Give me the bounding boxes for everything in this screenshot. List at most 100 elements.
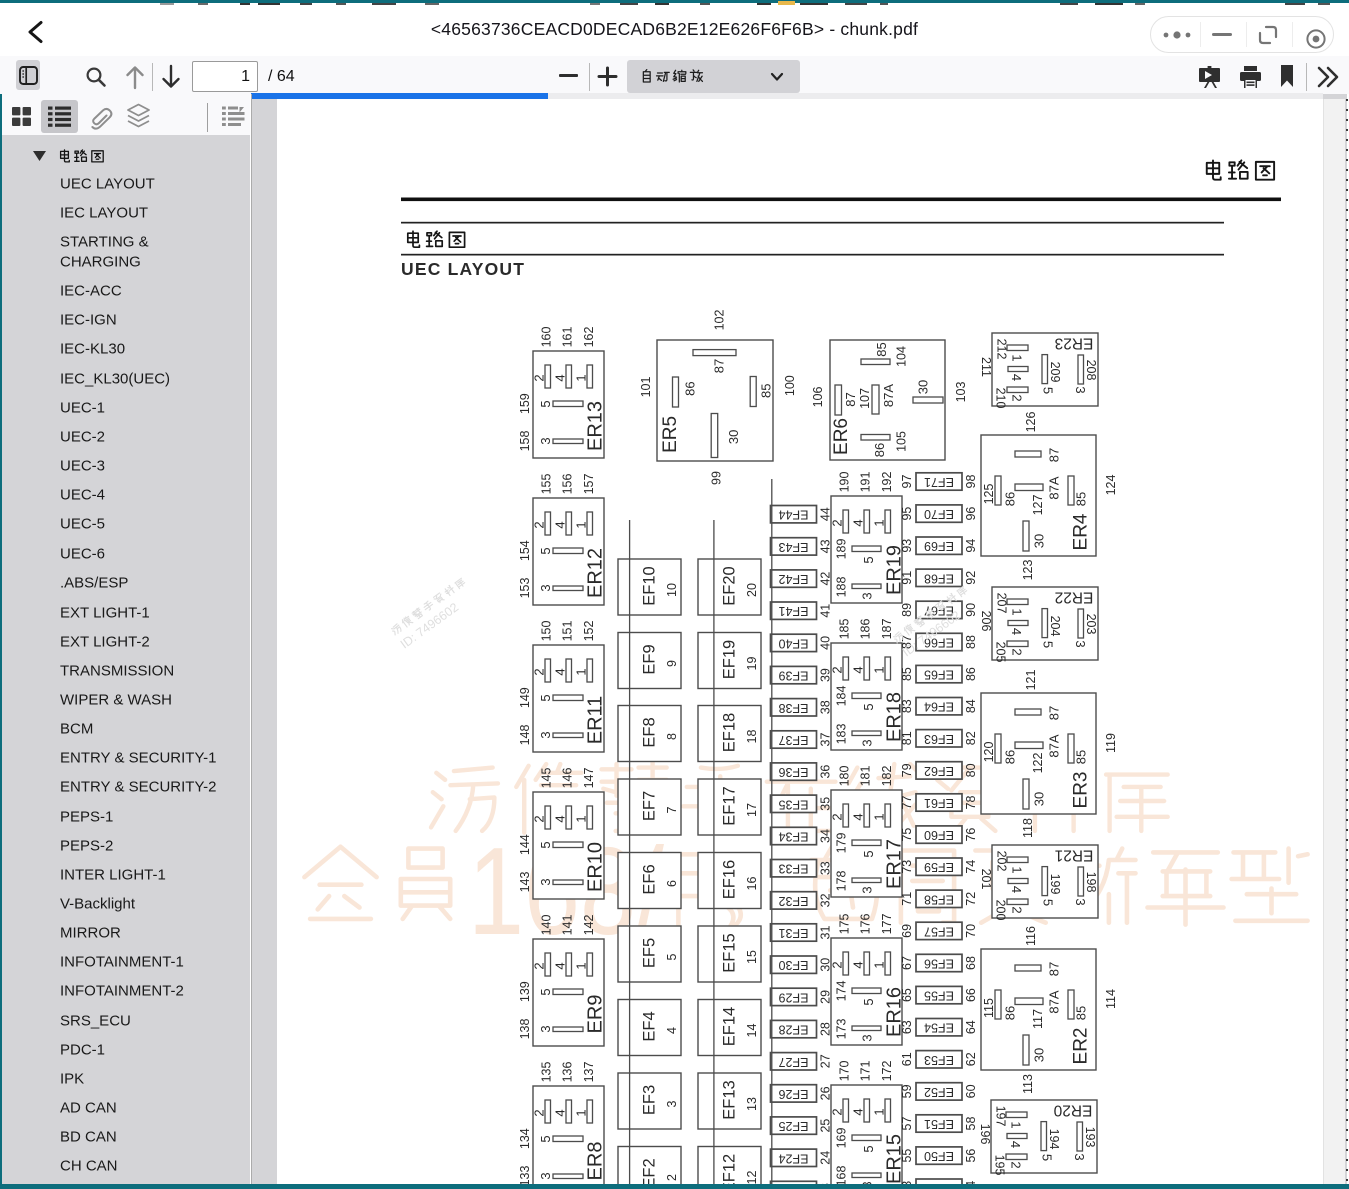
svg-text:EF57: EF57: [924, 924, 954, 938]
svg-text:EF55: EF55: [924, 989, 954, 1003]
svg-text:176: 176: [859, 914, 873, 935]
svg-text:75: 75: [900, 828, 914, 842]
svg-text:1: 1: [872, 961, 887, 968]
svg-text:133: 133: [518, 1166, 532, 1184]
svg-text:4: 4: [553, 962, 568, 969]
svg-text:203: 203: [1084, 614, 1098, 635]
svg-text:116: 116: [1024, 926, 1038, 946]
svg-text:88: 88: [964, 635, 978, 649]
svg-text:5: 5: [1041, 641, 1056, 648]
svg-text:168: 168: [835, 1166, 849, 1184]
svg-text:139: 139: [518, 981, 532, 1002]
svg-text:141: 141: [561, 915, 575, 936]
svg-text:3: 3: [538, 1025, 553, 1032]
svg-text:EF26: EF26: [779, 1087, 809, 1101]
svg-text:58: 58: [964, 1117, 978, 1131]
svg-text:191: 191: [859, 472, 873, 493]
svg-text:5: 5: [1041, 899, 1056, 906]
svg-text:101: 101: [639, 377, 653, 398]
svg-text:67: 67: [900, 956, 914, 970]
svg-text:142: 142: [582, 915, 596, 936]
svg-text:EF13: EF13: [721, 1080, 739, 1119]
svg-text:76: 76: [964, 828, 978, 842]
svg-text:EF16: EF16: [721, 860, 739, 899]
svg-text:3: 3: [538, 731, 553, 738]
svg-text:EF37: EF37: [779, 733, 809, 747]
svg-text:86: 86: [683, 381, 698, 395]
svg-text:140: 140: [540, 915, 554, 936]
svg-text:86: 86: [964, 667, 978, 681]
svg-text:EF59: EF59: [924, 860, 954, 874]
svg-text:ER21: ER21: [1055, 847, 1094, 864]
svg-text:100: 100: [783, 375, 797, 396]
svg-text:EF20: EF20: [721, 566, 739, 605]
svg-text:107: 107: [858, 388, 872, 409]
svg-text:105: 105: [895, 431, 909, 452]
svg-text:EF43: EF43: [779, 540, 809, 554]
svg-text:30: 30: [1032, 792, 1047, 806]
svg-text:28: 28: [819, 1022, 833, 1036]
svg-text:EF15: EF15: [721, 933, 739, 972]
svg-text:154: 154: [518, 540, 532, 561]
svg-text:3: 3: [538, 584, 553, 591]
svg-text:89: 89: [900, 603, 914, 617]
svg-text:UEC LAYOUT: UEC LAYOUT: [401, 259, 525, 279]
svg-text:2: 2: [532, 668, 547, 675]
svg-text:ER5: ER5: [660, 416, 681, 453]
svg-text:85: 85: [759, 384, 774, 398]
svg-text:1: 1: [872, 1108, 887, 1115]
svg-text:3: 3: [860, 739, 875, 746]
svg-text:3: 3: [1073, 386, 1088, 393]
svg-text:EF38: EF38: [779, 701, 809, 715]
svg-text:123: 123: [1021, 560, 1035, 581]
svg-text:57: 57: [900, 1117, 914, 1131]
svg-text:16: 16: [745, 877, 759, 891]
svg-text:68: 68: [964, 956, 978, 970]
svg-text:EF68: EF68: [924, 571, 954, 585]
svg-text:43: 43: [819, 539, 833, 553]
svg-text:1: 1: [872, 519, 887, 526]
svg-text:EF3: EF3: [641, 1085, 659, 1115]
svg-text:85: 85: [1074, 492, 1089, 506]
svg-text:EF9: EF9: [641, 644, 659, 674]
svg-text:211: 211: [979, 357, 993, 377]
svg-text:EF50: EF50: [924, 1149, 954, 1163]
svg-text:187: 187: [880, 619, 894, 640]
svg-text:1: 1: [1010, 354, 1025, 361]
svg-text:169: 169: [835, 1128, 849, 1149]
svg-text:149: 149: [518, 687, 532, 708]
svg-text:EF39: EF39: [779, 669, 809, 683]
svg-text:30: 30: [916, 380, 931, 394]
svg-text:ER13: ER13: [584, 401, 606, 451]
svg-text:3: 3: [538, 878, 553, 885]
svg-text:26: 26: [819, 1086, 833, 1100]
svg-text:37: 37: [819, 733, 833, 747]
svg-text:159: 159: [518, 393, 532, 414]
svg-text:61: 61: [900, 1052, 914, 1066]
svg-text:EF58: EF58: [924, 892, 954, 906]
svg-text:1: 1: [1010, 866, 1025, 873]
svg-text:EF25: EF25: [779, 1119, 809, 1133]
svg-text:34: 34: [819, 829, 833, 843]
svg-text:120: 120: [982, 742, 996, 763]
svg-text:ER12: ER12: [584, 548, 606, 598]
svg-text:73: 73: [900, 860, 914, 874]
svg-text:EF70: EF70: [924, 507, 954, 521]
svg-text:86: 86: [1003, 750, 1018, 764]
svg-text:87: 87: [1047, 962, 1062, 976]
svg-text:173: 173: [835, 1019, 849, 1040]
svg-text:2: 2: [532, 815, 547, 822]
svg-text:29: 29: [819, 990, 833, 1004]
svg-text:93: 93: [900, 539, 914, 553]
svg-text:148: 148: [518, 725, 532, 746]
svg-text:198: 198: [1084, 872, 1098, 893]
svg-text:27: 27: [819, 1054, 833, 1068]
svg-text:EF64: EF64: [924, 700, 954, 714]
svg-text:EF19: EF19: [721, 640, 739, 679]
svg-text:42: 42: [819, 572, 833, 586]
svg-text:EF41: EF41: [779, 604, 809, 618]
svg-text:ER3: ER3: [1071, 772, 1092, 809]
svg-text:14: 14: [745, 1024, 759, 1038]
svg-text:134: 134: [518, 1128, 532, 1149]
svg-text:81: 81: [900, 731, 914, 745]
